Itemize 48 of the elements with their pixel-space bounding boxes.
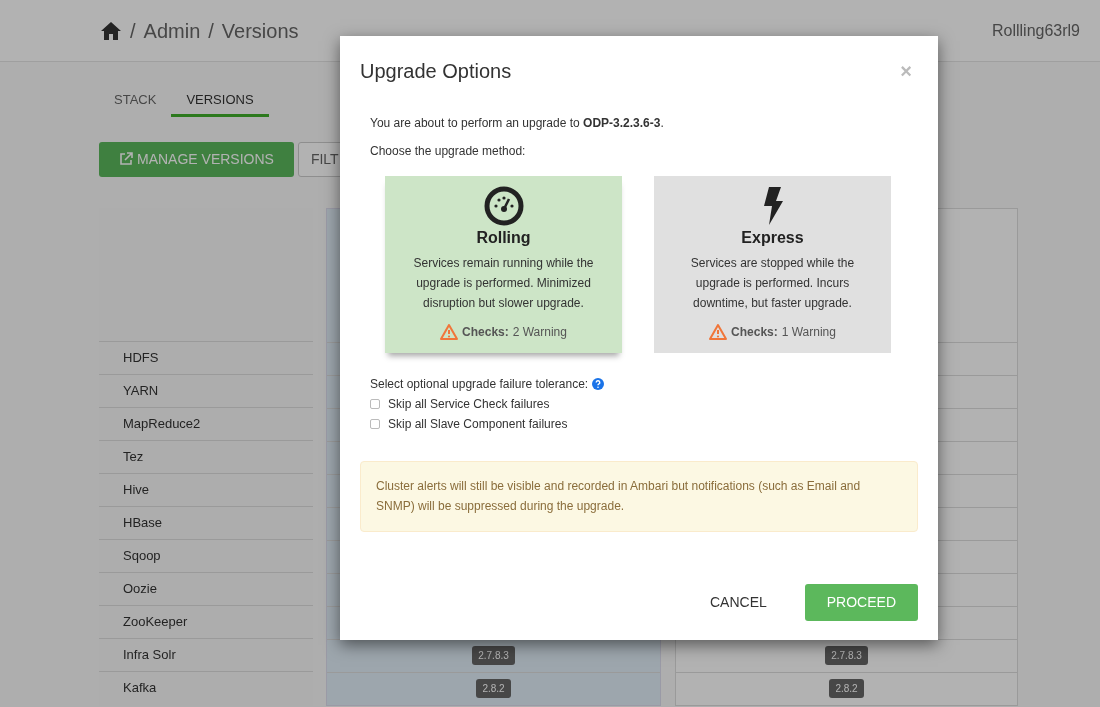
service-name: HBase bbox=[123, 513, 163, 532]
service-name: Kafka bbox=[123, 678, 157, 697]
home-icon[interactable] bbox=[100, 20, 122, 41]
version-badge: 2.8.2 bbox=[476, 679, 511, 698]
upgrade-option-card[interactable]: Express Services are stopped while the upgrade is performed. Incurs downtime, but faster upgrade. Checks: 1 Warning bbox=[654, 176, 891, 354]
warning-icon bbox=[709, 324, 728, 341]
tab[interactable]: VERSIONS bbox=[171, 86, 269, 117]
service-name: Infra Solr bbox=[123, 645, 176, 664]
service-name: YARN bbox=[123, 381, 159, 400]
cancel-button[interactable]: CANCEL bbox=[695, 583, 781, 621]
checks-value[interactable]: 1 Warning bbox=[781, 323, 836, 342]
service-name: Tez bbox=[123, 447, 144, 466]
tolerance-label: Select optional upgrade failure tolerance: bbox=[370, 376, 589, 394]
checks-label: Checks: bbox=[731, 324, 778, 342]
service-name: MapReduce2 bbox=[123, 414, 201, 433]
speedometer-icon bbox=[483, 186, 524, 226]
tab[interactable]: STACK bbox=[99, 86, 172, 117]
service-name: HDFS bbox=[123, 348, 159, 367]
checkbox[interactable] bbox=[370, 399, 380, 410]
breadcrumb-current: Versions bbox=[221, 18, 299, 44]
version-badge: 2.8.2 bbox=[829, 679, 864, 698]
checkbox[interactable] bbox=[370, 419, 380, 430]
breadcrumb-link[interactable]: Admin bbox=[143, 15, 201, 46]
service-name: Sqoop bbox=[123, 546, 161, 565]
checks-value[interactable]: 2 Warning bbox=[512, 323, 567, 342]
checkbox-label: Skip all Service Check failures bbox=[388, 396, 550, 414]
service-name: Oozie bbox=[123, 579, 157, 598]
external-link-icon bbox=[119, 152, 133, 166]
checkbox-label: Skip all Slave Component failures bbox=[388, 416, 568, 434]
modal-title: Upgrade Options bbox=[360, 59, 512, 84]
option-description: Services remain running while the upgrade is performed. Minimized disruption but slower upgrade. bbox=[412, 255, 595, 312]
version-badge: 2.7.8.3 bbox=[825, 646, 868, 665]
version-badge: 2.7.8.3 bbox=[472, 646, 515, 665]
breadcrumb-separator: / bbox=[208, 18, 214, 44]
intro-text: You are about to perform an upgrade to ODP-3.2.3.6-3. bbox=[369, 115, 665, 132]
service-name: ZooKeeper bbox=[123, 612, 188, 631]
user-name[interactable]: Rollling63rl9 bbox=[991, 18, 1080, 43]
warning-icon bbox=[440, 324, 459, 341]
choose-text: Choose the upgrade method: bbox=[369, 143, 527, 160]
help-icon[interactable] bbox=[592, 378, 605, 391]
breadcrumb-separator: / bbox=[130, 18, 136, 44]
alert-message: Cluster alerts will still be visible and recorded in Ambari but notifications (such as Email and SNMP) will be suppressed during the upgrade. bbox=[360, 461, 918, 532]
upgrade-option-card[interactable]: Rolling Services remain running while the upgrade is performed. Minimized disruption but slower upgrade. Checks: 2 Warning bbox=[385, 176, 622, 354]
option-title: Express bbox=[740, 228, 805, 248]
option-description: Services are stopped while the upgrade is performed. Incurs downtime, but faster upgrade. bbox=[689, 255, 856, 312]
service-name: Hive bbox=[123, 480, 149, 499]
checks-label: Checks: bbox=[462, 324, 509, 342]
option-title: Rolling bbox=[475, 228, 532, 248]
